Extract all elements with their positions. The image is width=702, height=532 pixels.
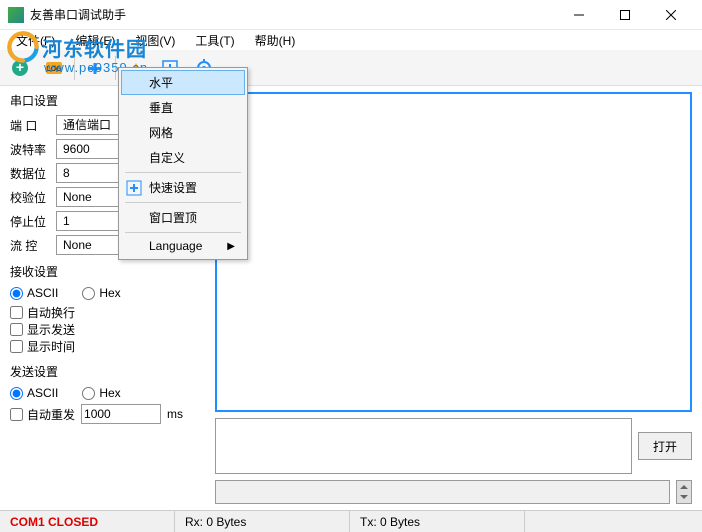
submenu-arrow-icon: ▶ — [227, 241, 235, 252]
menu-tools[interactable]: 工具(T) — [187, 30, 242, 51]
view-horizontal-item[interactable]: 水平 — [121, 70, 245, 95]
recv-showtime-check[interactable]: 显示时间 — [10, 338, 205, 355]
interval-input[interactable] — [81, 404, 161, 424]
autorepeat-check[interactable]: 自动重发 — [10, 406, 75, 423]
status-port: COM1 CLOSED — [0, 511, 175, 532]
hex-display — [215, 480, 670, 504]
close-button[interactable] — [648, 0, 694, 30]
menu-edit[interactable]: 编辑(E) — [67, 30, 123, 51]
menu-help[interactable]: 帮助(H) — [247, 30, 304, 51]
recv-ascii-radio[interactable]: ASCII — [10, 286, 58, 300]
send-settings-section: 发送设置 ASCII Hex 自动重发 ms — [10, 363, 205, 424]
view-quicksettings-item[interactable]: 快速设置 — [121, 175, 245, 200]
send-ascii-radio[interactable]: ASCII — [10, 386, 58, 400]
parity-label: 校验位 — [10, 189, 50, 206]
receive-textarea[interactable] — [215, 92, 692, 412]
minimize-button[interactable] — [556, 0, 602, 30]
toolbar-add-port-icon[interactable]: + — [4, 53, 36, 83]
port-label: 端 口 — [10, 117, 50, 134]
dropdown-separator — [125, 172, 241, 173]
view-windowtop-item[interactable]: 窗口置顶 — [121, 205, 245, 230]
recv-showsend-check[interactable]: 显示发送 — [10, 321, 205, 338]
menu-file[interactable]: 文件(F) — [8, 30, 63, 51]
toolbar-hplus-icon[interactable] — [79, 53, 111, 83]
right-panel: 打开 — [215, 86, 702, 510]
statusbar: COM1 CLOSED Rx: 0 Bytes Tx: 0 Bytes — [0, 510, 702, 532]
status-rx: Rx: 0 Bytes — [175, 511, 350, 532]
svg-text:LOG: LOG — [46, 66, 62, 73]
view-dropdown: 水平 垂直 网格 自定义 快速设置 窗口置顶 Language▶ — [118, 67, 248, 260]
toolbar-separator — [115, 56, 116, 80]
quicksettings-icon — [125, 179, 143, 197]
toolbar: + LOG — [0, 50, 702, 86]
open-button[interactable]: 打开 — [638, 432, 692, 460]
recv-autowrap-check[interactable]: 自动换行 — [10, 304, 205, 321]
send-hex-radio[interactable]: Hex — [82, 386, 120, 400]
hex-scrollbar[interactable] — [676, 480, 692, 504]
content-area: 串口设置 端 口 通信端口 波特率 9600 数据位 8 校验位 None 停止… — [0, 86, 702, 510]
flow-label: 流 控 — [10, 237, 50, 254]
stopbits-label: 停止位 — [10, 213, 50, 230]
view-language-item[interactable]: Language▶ — [121, 235, 245, 257]
view-grid-item[interactable]: 网格 — [121, 120, 245, 145]
view-custom-item[interactable]: 自定义 — [121, 145, 245, 170]
svg-text:+: + — [16, 59, 24, 75]
receive-settings-title: 接收设置 — [10, 263, 205, 280]
interval-unit: ms — [167, 407, 183, 421]
toolbar-log-icon[interactable]: LOG — [38, 53, 70, 83]
view-vertical-item[interactable]: 垂直 — [121, 95, 245, 120]
baud-label: 波特率 — [10, 141, 50, 158]
send-textarea[interactable] — [215, 418, 632, 474]
receive-settings-section: 接收设置 ASCII Hex 自动换行 显示发送 显示时间 — [10, 263, 205, 355]
app-icon — [8, 7, 24, 23]
status-spacer — [525, 511, 702, 532]
send-settings-title: 发送设置 — [10, 363, 205, 380]
toolbar-separator — [74, 56, 75, 80]
titlebar: 友善串口调试助手 — [0, 0, 702, 30]
recv-hex-radio[interactable]: Hex — [82, 286, 120, 300]
dropdown-separator — [125, 202, 241, 203]
menu-view[interactable]: 视图(V) — [127, 30, 183, 51]
dropdown-separator — [125, 232, 241, 233]
menubar: 文件(F) 编辑(E) 视图(V) 工具(T) 帮助(H) — [0, 30, 702, 50]
maximize-button[interactable] — [602, 0, 648, 30]
databits-label: 数据位 — [10, 165, 50, 182]
status-tx: Tx: 0 Bytes — [350, 511, 525, 532]
window-title: 友善串口调试助手 — [30, 6, 556, 23]
